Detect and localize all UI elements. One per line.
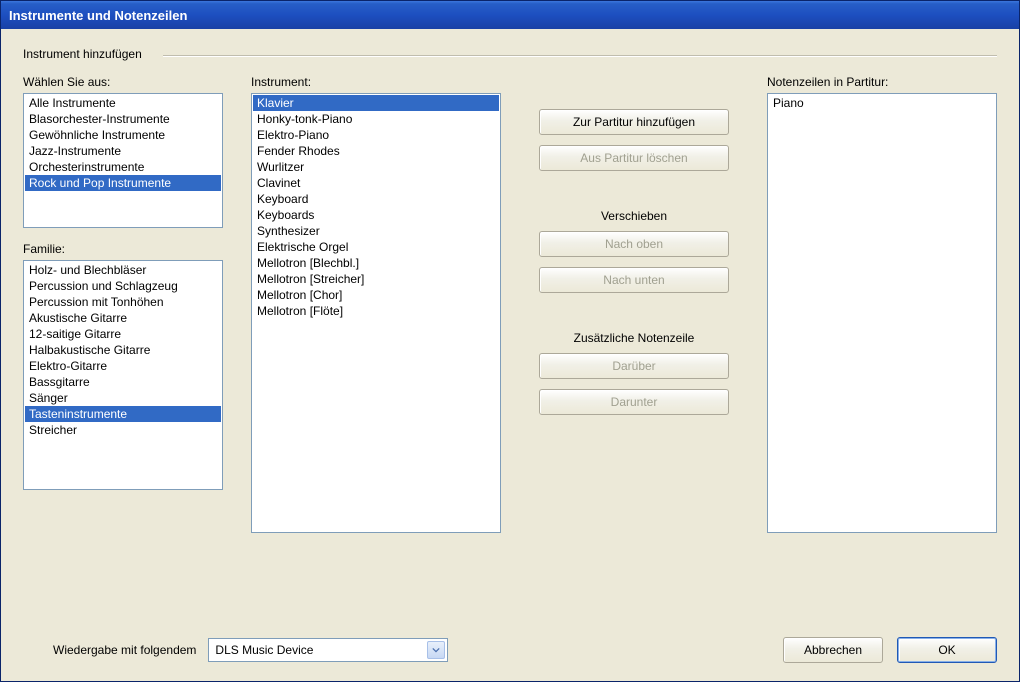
cancel-button[interactable]: Abbrechen	[783, 637, 883, 663]
family-listbox[interactable]: Holz- und BlechbläserPercussion und Schl…	[23, 260, 223, 490]
bottom-row: Wiedergabe mit folgendem DLS Music Devic…	[23, 637, 997, 663]
extra-staff-section-label: Zusätzliche Notenzeile	[529, 331, 739, 345]
move-up-button[interactable]: Nach oben	[539, 231, 729, 257]
family-list-item[interactable]: Bassgitarre	[25, 374, 221, 390]
instrument-list-item[interactable]: Elektro-Piano	[253, 127, 499, 143]
family-list-item[interactable]: Percussion mit Tonhöhen	[25, 294, 221, 310]
family-list-item[interactable]: Percussion und Schlagzeug	[25, 278, 221, 294]
titlebar[interactable]: Instrumente und Notenzeilen	[1, 1, 1019, 29]
instrument-label: Instrument:	[251, 75, 501, 89]
choose-list-item[interactable]: Rock und Pop Instrumente	[25, 175, 221, 191]
playback-device-value: DLS Music Device	[215, 643, 313, 657]
remove-from-score-button[interactable]: Aus Partitur löschen	[539, 145, 729, 171]
instrument-list-item[interactable]: Wurlitzer	[253, 159, 499, 175]
divider	[163, 55, 997, 57]
instrument-list-item[interactable]: Fender Rhodes	[253, 143, 499, 159]
chevron-down-icon	[427, 641, 445, 659]
instrument-list-item[interactable]: Keyboard	[253, 191, 499, 207]
instrument-list-item[interactable]: Clavinet	[253, 175, 499, 191]
dialog-buttons: Abbrechen OK	[783, 637, 997, 663]
column-instrument: Instrument: KlavierHonky-tonk-PianoElekt…	[251, 75, 501, 607]
playback-device-combo[interactable]: DLS Music Device	[208, 638, 448, 662]
choose-list-item[interactable]: Orchesterinstrumente	[25, 159, 221, 175]
move-down-button[interactable]: Nach unten	[539, 267, 729, 293]
family-list-item[interactable]: Halbakustische Gitarre	[25, 342, 221, 358]
column-choose-family: Wählen Sie aus: Alle InstrumenteBlasorch…	[23, 75, 223, 607]
column-actions: Zur Partitur hinzufügen Aus Partitur lös…	[529, 75, 739, 607]
choose-list-item[interactable]: Blasorchester-Instrumente	[25, 111, 221, 127]
column-staves: Notenzeilen in Partitur: Piano	[767, 75, 997, 607]
columns: Wählen Sie aus: Alle InstrumenteBlasorch…	[23, 75, 997, 607]
instrument-listbox[interactable]: KlavierHonky-tonk-PianoElektro-PianoFend…	[251, 93, 501, 533]
choose-listbox[interactable]: Alle InstrumenteBlasorchester-Instrument…	[23, 93, 223, 228]
staff-above-button[interactable]: Darüber	[539, 353, 729, 379]
choose-list-item[interactable]: Alle Instrumente	[25, 95, 221, 111]
add-to-score-button[interactable]: Zur Partitur hinzufügen	[539, 109, 729, 135]
dialog-content: Instrument hinzufügen Wählen Sie aus: Al…	[1, 29, 1019, 681]
instrument-list-item[interactable]: Mellotron [Flöte]	[253, 303, 499, 319]
family-list-item[interactable]: Tasteninstrumente	[25, 406, 221, 422]
instrument-list-item[interactable]: Synthesizer	[253, 223, 499, 239]
family-list-item[interactable]: Elektro-Gitarre	[25, 358, 221, 374]
playback-label: Wiedergabe mit folgendem	[53, 643, 196, 657]
staves-label: Notenzeilen in Partitur:	[767, 75, 997, 89]
instrument-list-item[interactable]: Elektrische Orgel	[253, 239, 499, 255]
family-list-item[interactable]: Holz- und Blechbläser	[25, 262, 221, 278]
ok-button[interactable]: OK	[897, 637, 997, 663]
dialog-window: Instrumente und Notenzeilen Instrument h…	[0, 0, 1020, 682]
instrument-list-item[interactable]: Mellotron [Blechbl.]	[253, 255, 499, 271]
choose-list-item[interactable]: Jazz-Instrumente	[25, 143, 221, 159]
fieldset-label: Instrument hinzufügen	[23, 47, 142, 61]
family-list-item[interactable]: Akustische Gitarre	[25, 310, 221, 326]
instrument-list-item[interactable]: Keyboards	[253, 207, 499, 223]
instrument-list-item[interactable]: Mellotron [Streicher]	[253, 271, 499, 287]
move-section-label: Verschieben	[529, 209, 739, 223]
staves-list-item[interactable]: Piano	[769, 95, 995, 111]
instrument-list-item[interactable]: Honky-tonk-Piano	[253, 111, 499, 127]
choose-label: Wählen Sie aus:	[23, 75, 223, 89]
family-label: Familie:	[23, 242, 223, 256]
family-list-item[interactable]: 12-saitige Gitarre	[25, 326, 221, 342]
staves-listbox[interactable]: Piano	[767, 93, 997, 533]
choose-list-item[interactable]: Gewöhnliche Instrumente	[25, 127, 221, 143]
fieldset-header: Instrument hinzufügen	[23, 47, 997, 61]
staff-below-button[interactable]: Darunter	[539, 389, 729, 415]
window-title: Instrumente und Notenzeilen	[9, 8, 187, 23]
family-list-item[interactable]: Streicher	[25, 422, 221, 438]
family-list-item[interactable]: Sänger	[25, 390, 221, 406]
instrument-list-item[interactable]: Mellotron [Chor]	[253, 287, 499, 303]
instrument-list-item[interactable]: Klavier	[253, 95, 499, 111]
